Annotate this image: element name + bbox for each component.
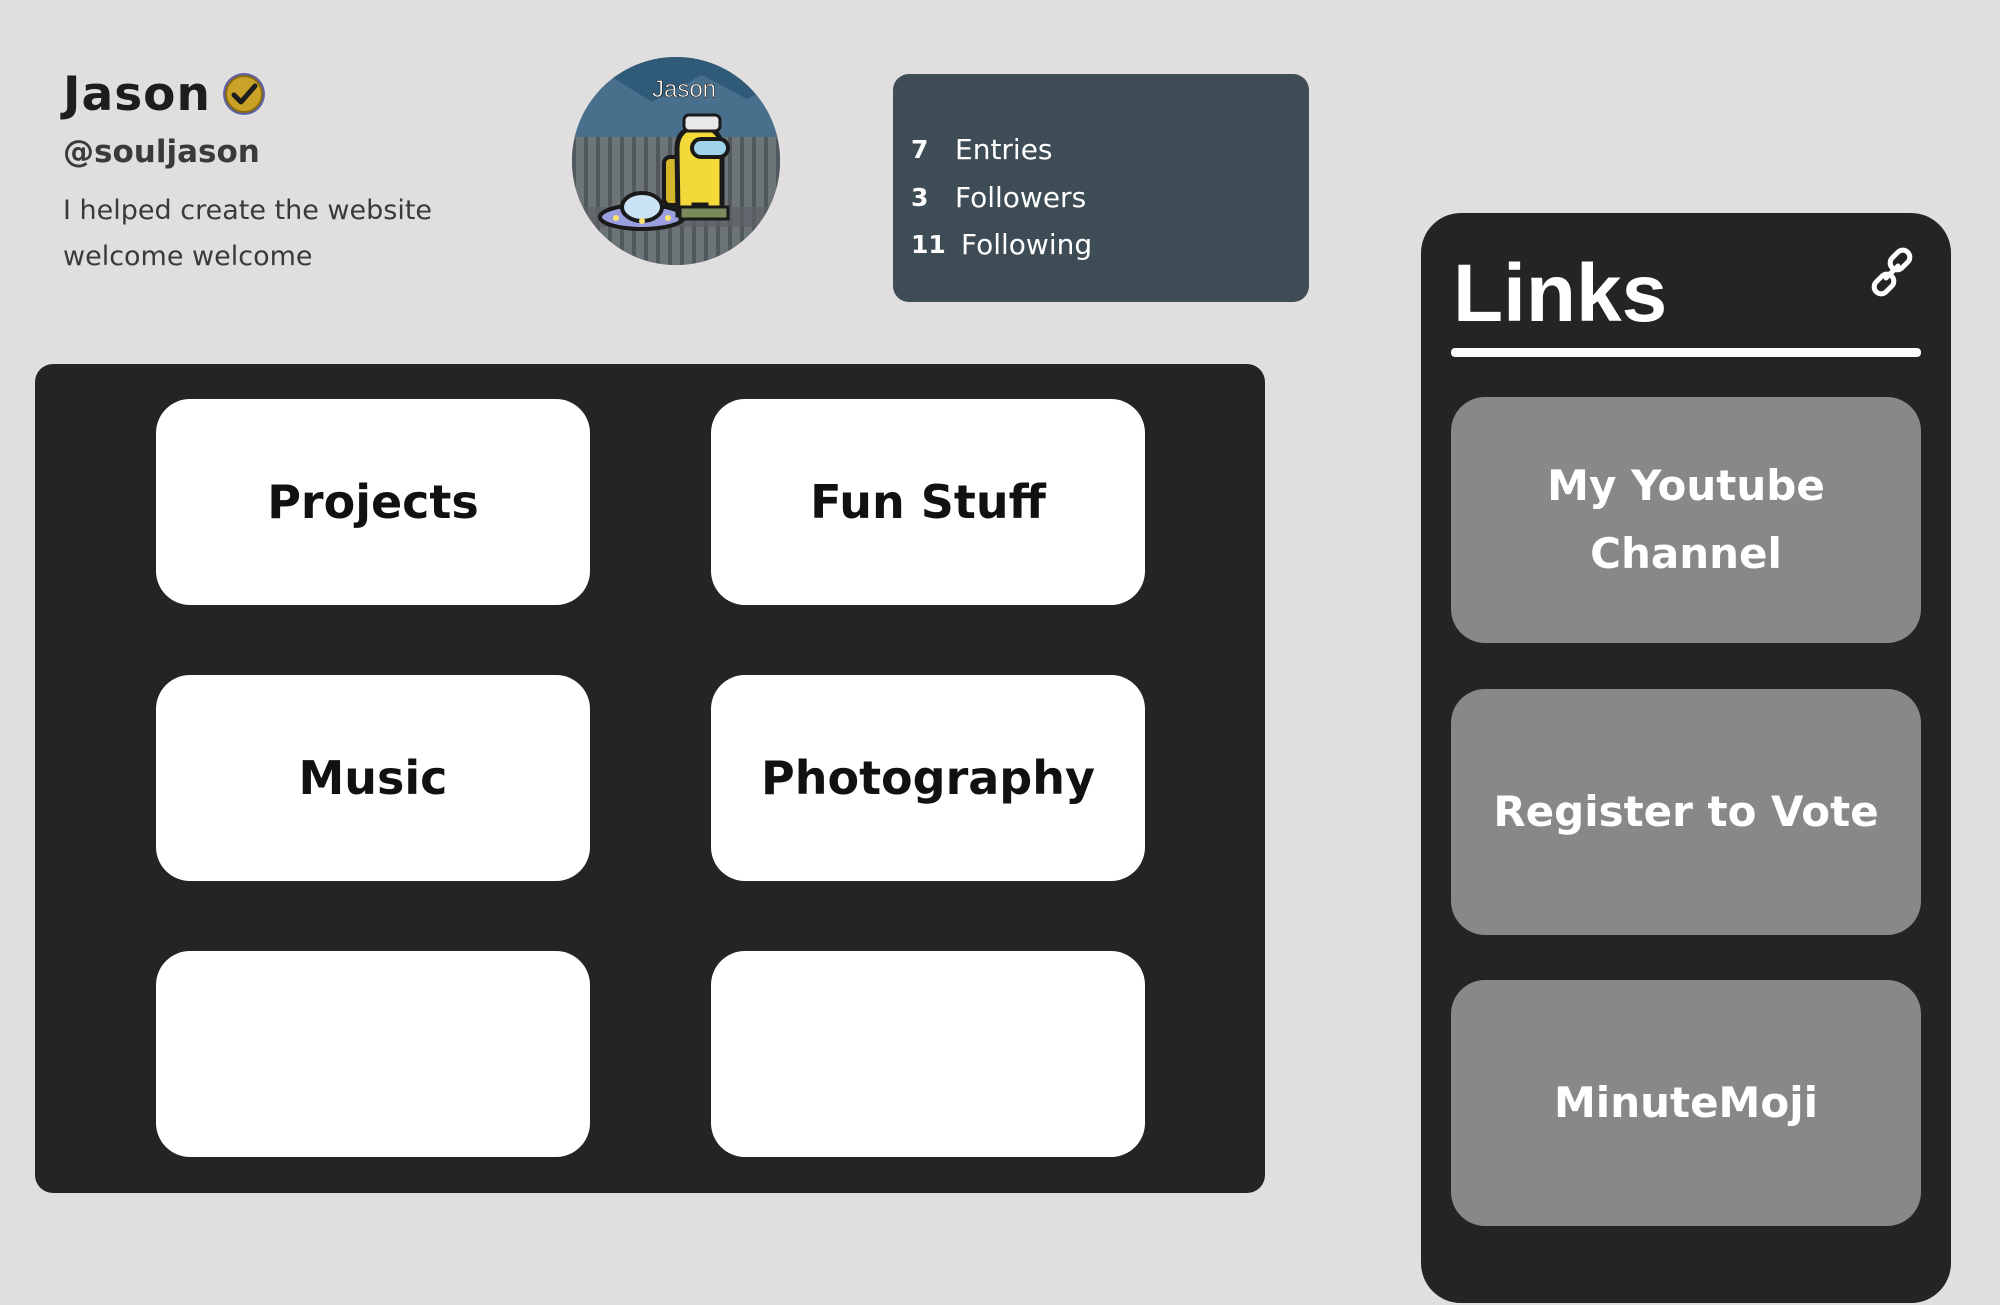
profile-name: Jason [63,66,211,122]
category-tile-music[interactable]: Music [156,675,590,881]
link-register-to-vote[interactable]: Register to Vote [1451,689,1921,935]
profile-info: Jason @souljason I helped create the web… [63,64,523,280]
stat-value: 11 [911,230,946,260]
name-row: Jason [63,64,523,124]
verified-badge-icon [222,73,265,115]
profile-page: Jason @souljason I helped create the web… [0,0,2000,1305]
stat-entries[interactable]: 7 Entries [911,126,1309,174]
links-panel: Links My Youtube Channel Register to Vot… [1421,213,1951,1303]
link-icon[interactable] [1867,247,1917,297]
link-youtube-channel[interactable]: My Youtube Channel [1451,397,1921,643]
avatar[interactable]: Jason [572,57,780,265]
stat-label: Entries [955,133,1053,167]
stat-following[interactable]: 11 Following [911,221,1309,269]
stat-label: Followers [955,180,1087,214]
profile-handle: @souljason [63,134,260,170]
bio-line: I helped create the website [63,195,433,226]
category-grid: Projects Fun Stuff Music Photography [35,364,1265,1193]
category-tile-fun-stuff[interactable]: Fun Stuff [711,399,1145,605]
category-tile-photography[interactable]: Photography [711,675,1145,881]
category-tile-projects[interactable]: Projects [156,399,590,605]
stat-followers[interactable]: 3 Followers [911,174,1309,222]
stat-value: 3 [911,182,929,212]
bio-line: welcome welcome [63,241,313,272]
avatar-caption: Jason [652,76,716,103]
profile-bio: I helped create the website welcome welc… [63,188,523,280]
stat-value: 7 [911,135,929,165]
stat-label: Following [961,228,1093,262]
link-minutemoji[interactable]: MinuteMoji [1451,980,1921,1226]
category-tile-empty[interactable] [711,951,1145,1157]
links-divider [1451,348,1921,357]
links-title: Links [1453,248,1668,339]
avatar-image: Jason [572,57,780,265]
stats-card: 7 Entries 3 Followers 11 Following [893,74,1309,302]
category-tile-empty[interactable] [156,951,590,1157]
